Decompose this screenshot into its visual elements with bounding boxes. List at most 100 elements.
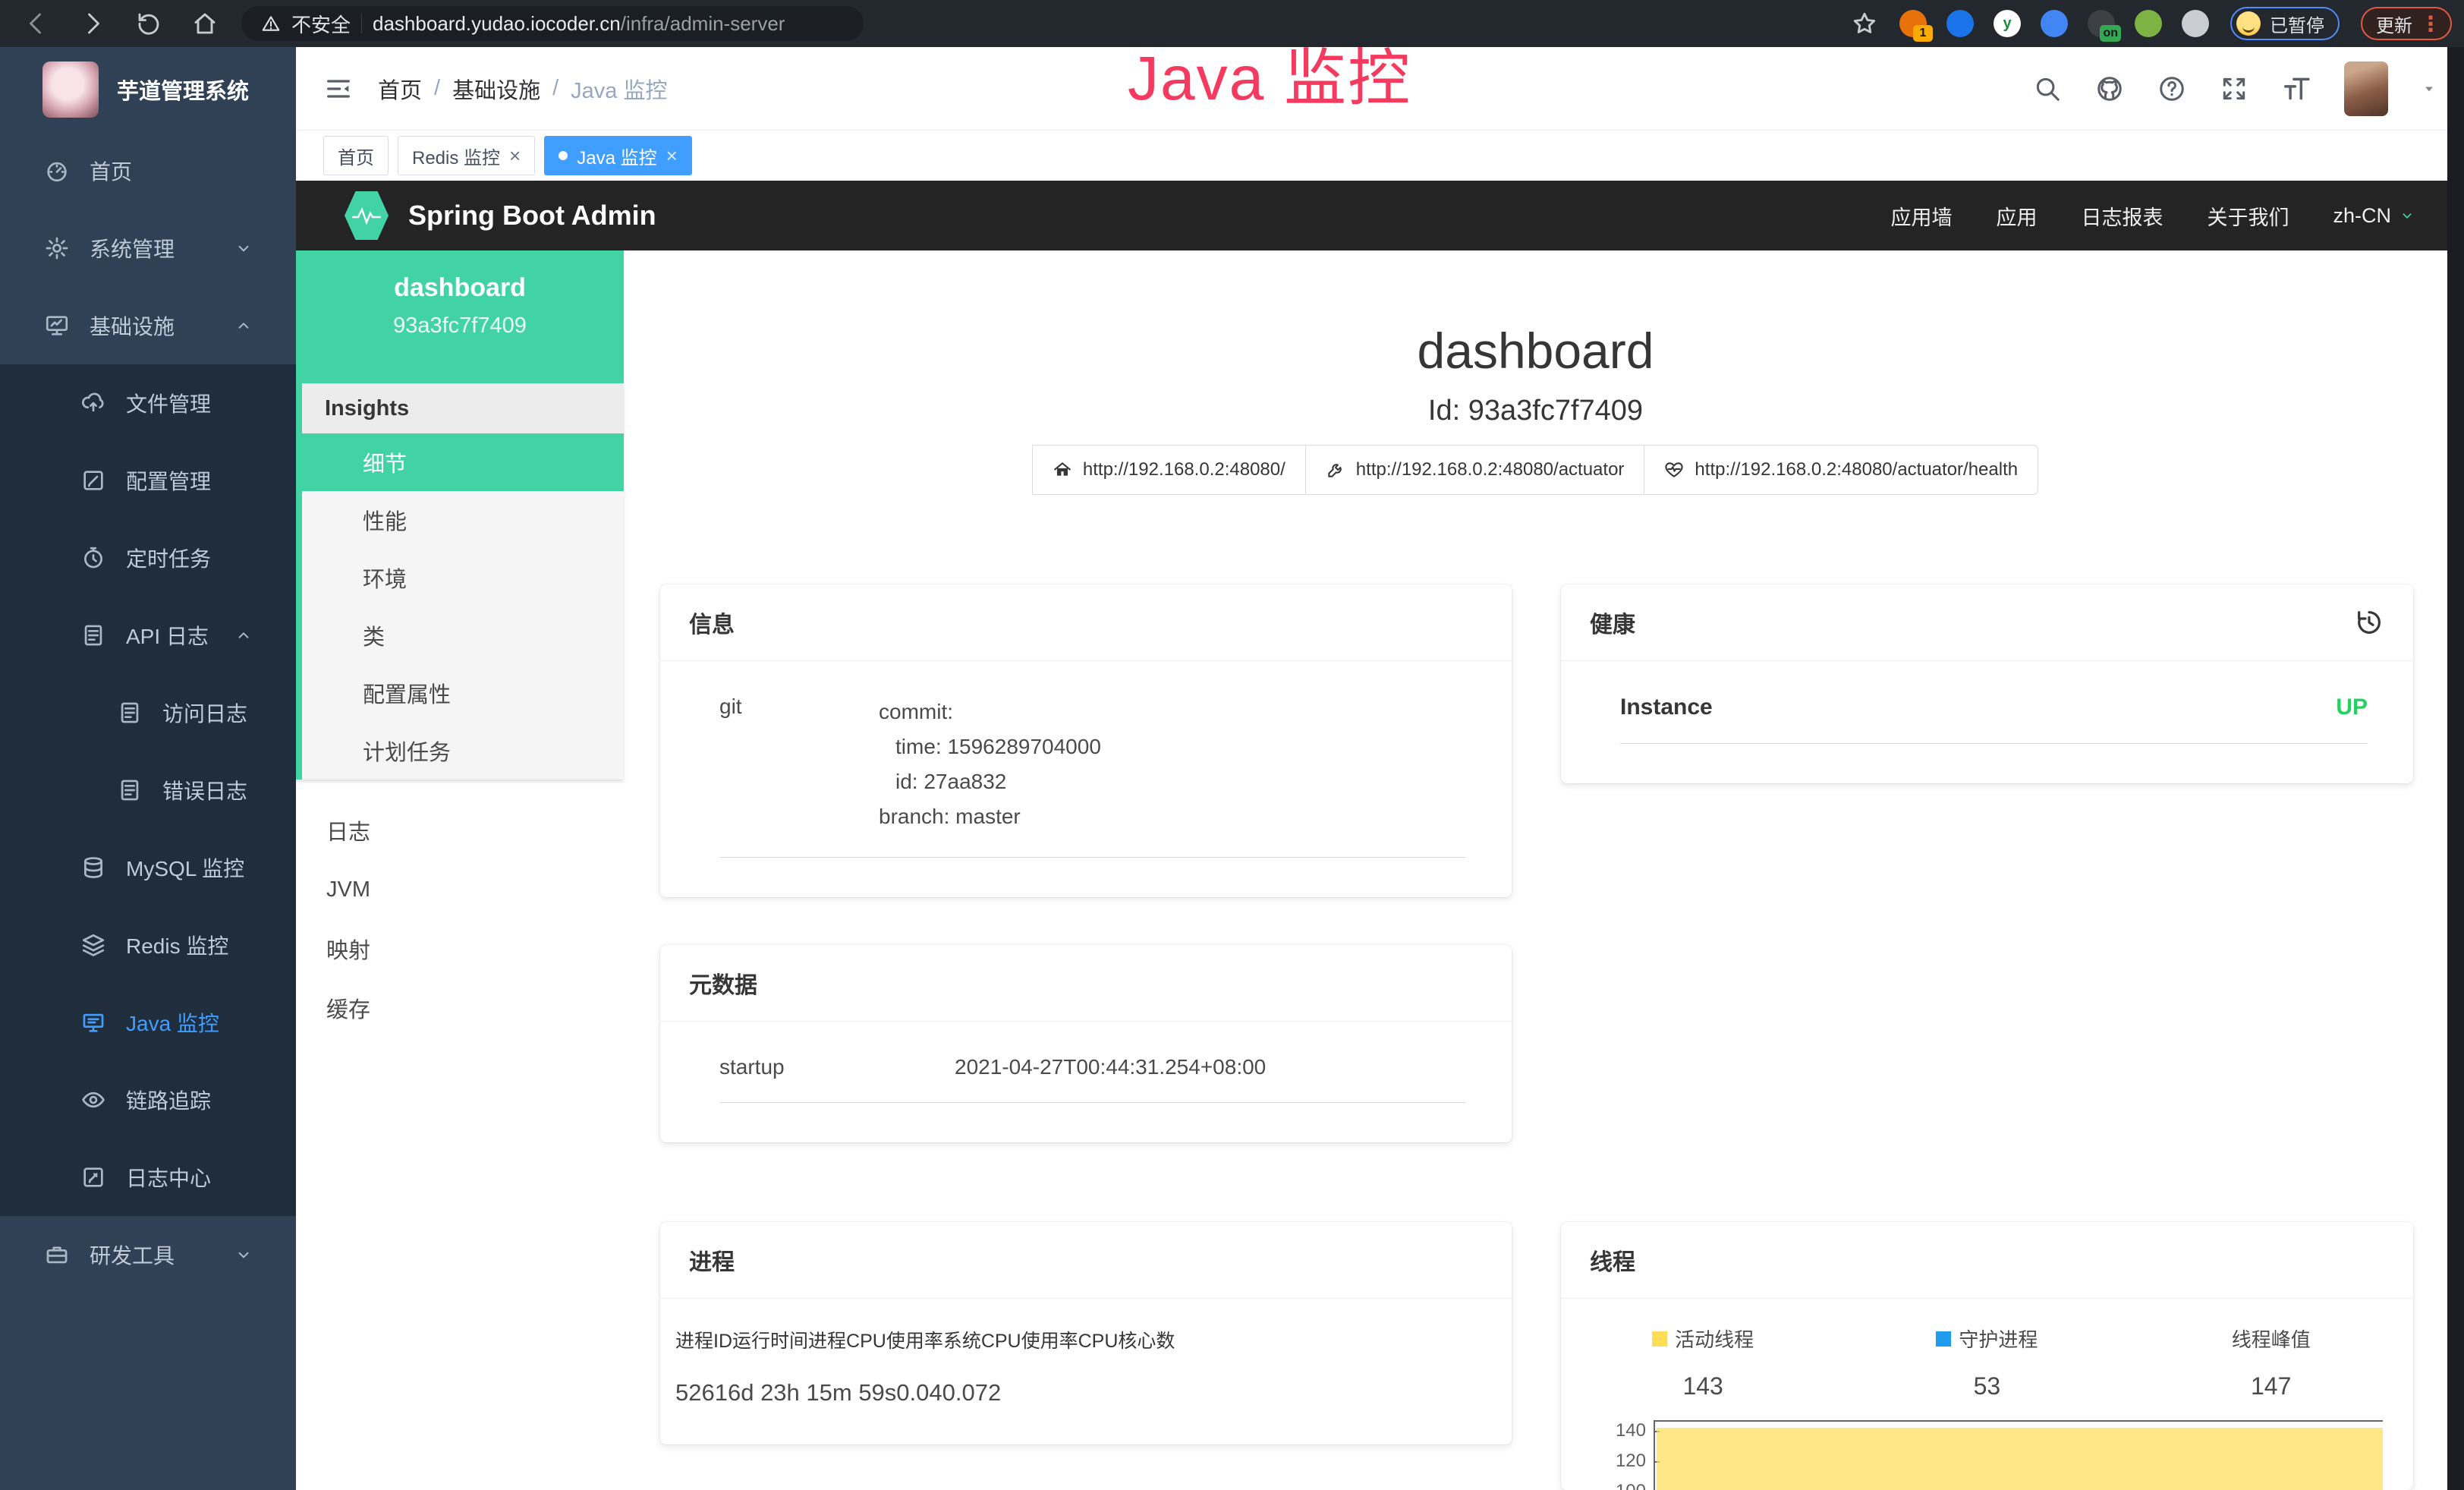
sidebar-item[interactable]: Java 监控 [0,984,296,1061]
close-tab-icon[interactable] [666,146,678,165]
url-divider [361,14,362,33]
help-icon[interactable] [2157,74,2186,103]
tab[interactable]: Redis 监控 [398,136,535,175]
sidebar-item[interactable]: 基础设施 [0,287,296,364]
info-row-git: git commit:time: 1596289704000id: 27aa83… [719,695,1466,858]
github-icon[interactable] [2095,74,2124,103]
sba-nav-item[interactable]: 应用 [1996,201,2037,231]
hamburger-icon[interactable] [323,74,354,104]
home-icon[interactable] [191,10,219,37]
metadata-row-label: startup [719,1055,955,1079]
sidebar-item[interactable]: 文件管理 [0,364,296,442]
breadcrumb-item[interactable]: Java 监控 [571,73,667,105]
status-badge: UP [2336,695,2368,720]
sidebar-item[interactable]: Redis 监控 [0,906,296,984]
instance-menu-item[interactable]: 类 [302,606,624,664]
sidebar-item[interactable]: MySQL 监控 [0,829,296,906]
search-icon[interactable] [2033,74,2062,103]
font-size-icon[interactable] [2282,74,2311,103]
sidebar-item-label: 研发工具 [90,1240,175,1270]
extension-icon[interactable]: y [1994,10,2021,37]
avatar-caret-icon[interactable] [2422,81,2437,96]
sba-nav-item[interactable]: 关于我们 [2207,201,2289,231]
sidebar-item-label: API 日志 [126,620,209,650]
sidebar-item[interactable]: 日志中心 [0,1139,296,1216]
back-icon[interactable] [23,10,50,37]
sidebar-item-label: 定时任务 [126,543,211,573]
sba-nav-item[interactable]: 应用墙 [1890,201,1952,231]
tab-label: Java 监控 [577,143,656,169]
sba-brand[interactable]: Spring Boot Admin [408,200,656,232]
sidebar-item[interactable]: 系统管理 [0,209,296,287]
extension-icon[interactable] [2135,10,2162,37]
tab-label: 首页 [338,143,374,169]
close-tab-icon[interactable] [509,146,521,165]
history-icon[interactable] [2354,607,2384,638]
sba-nav-item[interactable]: 日志报表 [2081,201,2163,231]
instance-menu-item-label: 类 [363,619,385,651]
extension-icon[interactable]: 1 [1899,10,1927,37]
extension-icon[interactable] [1946,10,1974,37]
browser-menu-icon[interactable] [2420,11,2441,36]
extension-icon[interactable]: on [2088,10,2115,37]
sidebar-item[interactable]: 首页 [0,132,296,209]
metadata-card-title: 元数据 [689,966,757,1000]
bookmark-star-icon[interactable] [1851,10,1878,37]
process-value: 0.04 [896,1379,942,1407]
instance-menu-item[interactable]: 日志 [296,801,624,860]
sidebar-item[interactable]: API 日志 [0,597,296,674]
sidebar-item[interactable]: 错误日志 [0,751,296,829]
sidebar-item-label: 基础设施 [90,310,175,341]
sba-locale-select[interactable]: zh-CN [2333,204,2415,228]
threads-card-title: 线程 [1590,1243,1635,1277]
breadcrumb-item[interactable]: 首页 [378,73,422,105]
instance-menu-item[interactable]: 配置属性 [302,664,624,722]
insights-group-label: Insights [302,383,624,433]
sidebar-item-label: 文件管理 [126,388,211,418]
avatar[interactable] [2344,61,2388,116]
browser-update-button[interactable]: 更新 [2361,7,2452,40]
instance-menu-item[interactable]: 缓存 [296,978,624,1038]
tab[interactable]: Java 监控 [544,136,692,175]
tab[interactable]: 首页 [323,136,389,175]
instance-menu-item[interactable]: JVM [296,860,624,919]
app-logo-row[interactable]: 芋道管理系统 [0,47,296,132]
instance-menu-item[interactable]: 性能 [302,491,624,549]
info-line: time: 1596289704000 [879,729,1101,764]
instance-header[interactable]: dashboard 93a3fc7f7409 [296,250,624,383]
forward-icon[interactable] [79,10,106,37]
thread-stat-value: 143 [1561,1372,1845,1400]
chart-plot-area [1654,1420,2383,1490]
chevron-icon [234,1245,253,1265]
sidebar-item[interactable]: 配置管理 [0,442,296,519]
instance-menu-item[interactable]: 细节 [302,433,624,491]
extension-icon[interactable] [2041,10,2068,37]
browser-profile-chip[interactable]: 已暂停 [2230,7,2340,40]
info-line: commit: [879,695,1101,729]
breadcrumb-item[interactable]: 基础设施 [452,73,540,105]
annotation-java-monitoring: Java 监控 [1128,27,1411,118]
instance-url-button[interactable]: http://192.168.0.2:48080/actuator/health [1644,445,2038,495]
extension-icon[interactable] [2182,10,2209,37]
sidebar-item[interactable]: 研发工具 [0,1216,296,1293]
sba-logo-icon[interactable] [345,191,389,240]
instance-menu-item[interactable]: 环境 [302,549,624,606]
instance-id: 93a3fc7f7409 [296,313,624,339]
address-bar[interactable]: 不安全 dashboard.yudao.iocoder.cn/infra/adm… [241,6,864,41]
sidebar-item[interactable]: 链路追踪 [0,1061,296,1139]
instance-menu-item[interactable]: 映射 [296,919,624,978]
sidebar-item[interactable]: 访问日志 [0,674,296,751]
url-button-label: http://192.168.0.2:48080/actuator/health [1695,459,2018,480]
fullscreen-icon[interactable] [2220,74,2248,103]
sidebar-item-icon [117,700,143,726]
info-row-label: git [719,695,879,834]
metadata-card: 元数据 startup 2021-04-27T00:44:31.254+08:0… [660,945,1512,1142]
browser-scrollbar[interactable] [2447,47,2464,1490]
threads-area-series [1657,1428,2383,1490]
sidebar-item[interactable]: 定时任务 [0,519,296,597]
instance-url-button[interactable]: http://192.168.0.2:48080/ [1032,445,1306,495]
instance-url-button[interactable]: http://192.168.0.2:48080/actuator [1305,445,1645,495]
instance-menu-item[interactable]: 计划任务 [302,722,624,780]
thread-stat-label: 守护进程 [1959,1325,2038,1353]
reload-icon[interactable] [135,10,162,37]
